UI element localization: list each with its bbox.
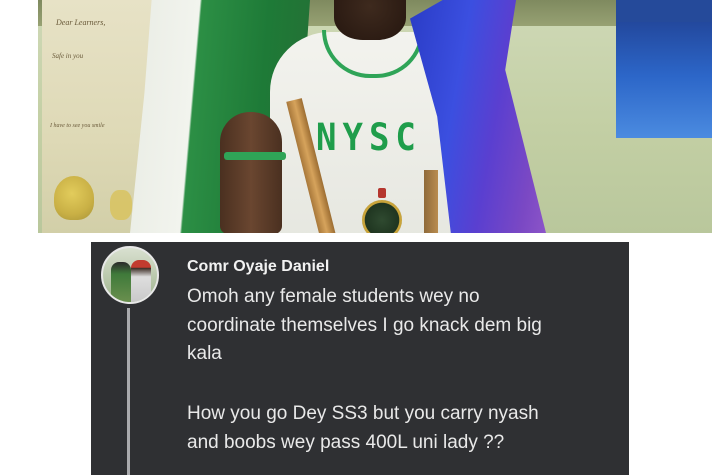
avatar-person <box>111 262 131 302</box>
comment-text-line: coordinate themselves I go knack dem big <box>187 315 542 336</box>
cartoon-drawing <box>110 190 132 220</box>
commenter-name[interactable]: Comr Oyaje Daniel <box>187 258 329 276</box>
person-arm <box>220 112 282 233</box>
person-head <box>334 0 406 40</box>
board-text-line: I have to see you smile <box>50 123 105 129</box>
board-text-line: Safe in you <box>52 52 84 60</box>
flag-pole <box>424 170 438 233</box>
comment-text-line: kala <box>187 343 222 364</box>
comment-text-line: and boobs wey pass 400L uni lady ?? <box>187 432 505 453</box>
avatar[interactable] <box>101 246 159 304</box>
thread-line <box>127 308 130 475</box>
nysc-badge-icon <box>362 200 402 233</box>
sleeve-band <box>224 152 286 160</box>
comment-card: Comr Oyaje Daniel Omoh any female studen… <box>91 242 629 475</box>
post-photo[interactable]: Dear Learners, Safe in you I have to see… <box>38 0 712 233</box>
comment-text-line: Omoh any female students wey no <box>187 286 480 307</box>
badge-crest-icon <box>378 188 386 198</box>
board-text-greeting: Dear Learners, <box>56 18 106 27</box>
avatar-person <box>131 260 151 302</box>
comment-text-line: How you go Dey SS3 but you carry nyash <box>187 403 539 424</box>
wall-poster-top <box>616 0 712 22</box>
cartoon-drawing <box>54 176 94 220</box>
shirt-text: NYSC <box>316 116 422 160</box>
